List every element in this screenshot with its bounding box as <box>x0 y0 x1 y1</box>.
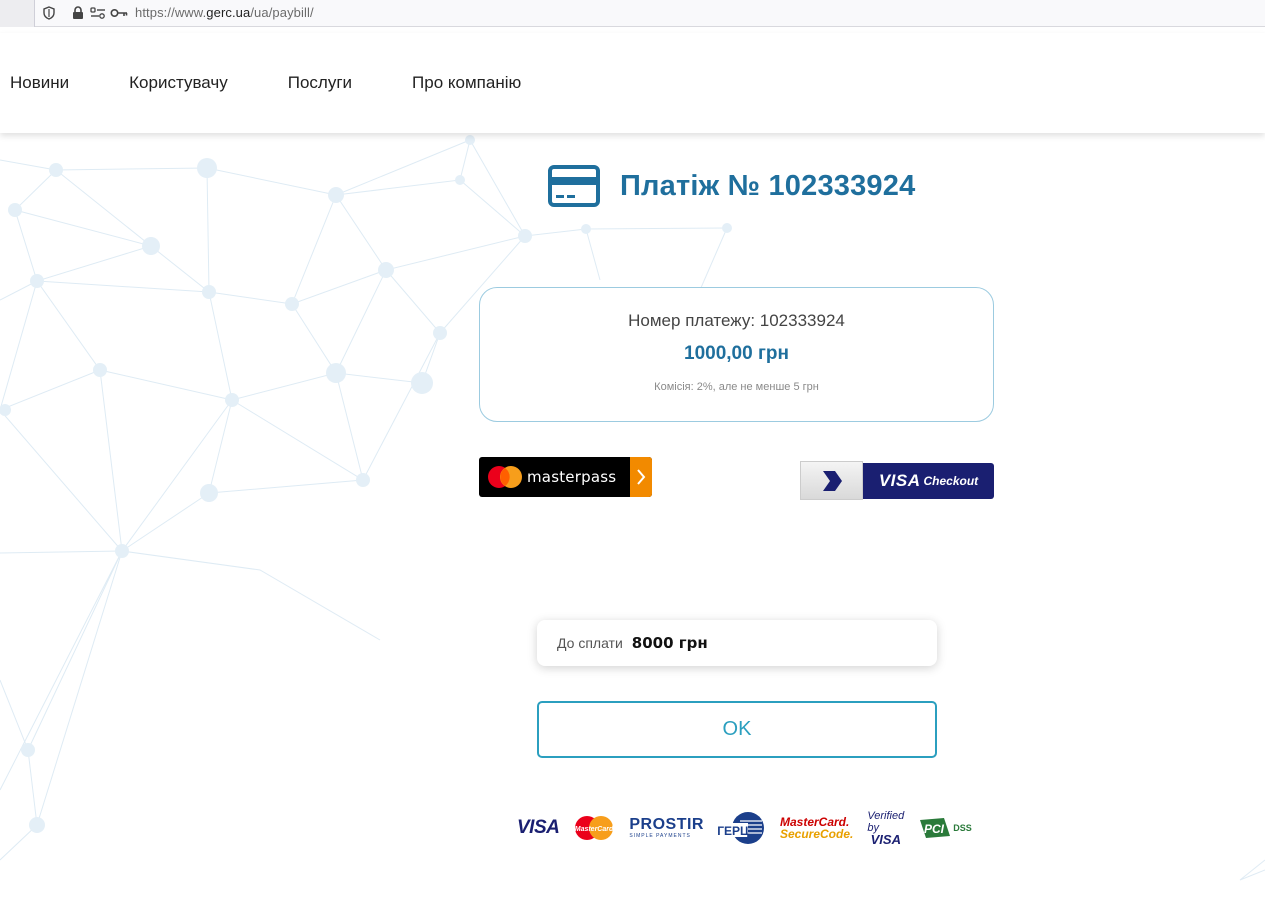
site-header: Новини Користувачу Послуги Про компанію <box>0 33 1265 133</box>
svg-text:MasterCard: MasterCard <box>575 826 614 833</box>
pci-dss-logo: PCI DSS <box>918 816 972 840</box>
nav-item-about[interactable]: Про компанію <box>412 73 521 93</box>
visa-logo: VISA <box>517 817 560 838</box>
masterpass-label: masterpass <box>527 468 617 486</box>
chevron-right-icon <box>800 461 863 500</box>
nav-item-user[interactable]: Користувачу <box>129 73 228 93</box>
page-title: Платіж № 102333924 <box>620 169 916 202</box>
fee-note: Комісія: 2%, але не менше 5 грн <box>654 381 819 393</box>
ok-button[interactable]: OK <box>537 701 937 758</box>
to-pay-value: 8000 грн <box>631 634 708 652</box>
main-nav: Новини Користувачу Послуги Про компанію <box>10 73 581 93</box>
visa-checkout-label: VISA Checkout <box>863 463 994 499</box>
nav-item-services[interactable]: Послуги <box>288 73 352 93</box>
shield-icon[interactable] <box>42 5 56 21</box>
payment-info-box: Номер платежу: 102333924 1000,00 грн Ком… <box>479 287 994 422</box>
payment-title: Платіж № 102333924 <box>548 165 915 207</box>
payment-amount: 1000,00 грн <box>684 343 789 364</box>
mastercard-logo: MasterCard <box>573 815 615 841</box>
background-network-pattern <box>0 135 1265 881</box>
verified-by-visa-logo: Verified by VISA <box>867 810 905 847</box>
payment-number: Номер платежу: 102333924 <box>628 311 845 330</box>
svg-text:ГЕРЦ: ГЕРЦ <box>718 824 749 838</box>
svg-text:PCI: PCI <box>924 822 945 836</box>
chevron-right-icon <box>630 457 652 497</box>
masterpass-button[interactable]: masterpass <box>479 457 652 497</box>
mastercard-securecode-logo: MasterCard. SecureCode. <box>779 815 854 841</box>
browser-address-bar: https://www.gerc.ua/ua/paybill/ <box>0 0 1265 27</box>
browser-tab-edge <box>0 0 35 27</box>
lock-icon[interactable] <box>71 5 85 21</box>
to-pay-summary: До сплати 8000 грн <box>537 620 937 666</box>
credit-card-icon <box>548 165 600 207</box>
url-field[interactable]: https://www.gerc.ua/ua/paybill/ <box>135 5 314 20</box>
payment-logos: VISA MasterCard PROSTIR SIMPLE PAYMENTS … <box>517 808 972 848</box>
prostir-logo: PROSTIR SIMPLE PAYMENTS <box>629 816 704 840</box>
mastercard-circles-icon <box>485 457 525 497</box>
to-pay-label: До сплати <box>557 635 623 651</box>
nav-item-news[interactable]: Новини <box>10 73 69 93</box>
visa-checkout-button[interactable]: VISA Checkout <box>800 461 994 500</box>
gerc-logo: ГЕРЦ <box>717 811 766 845</box>
permissions-icon[interactable] <box>90 5 106 21</box>
key-icon[interactable] <box>110 5 128 21</box>
